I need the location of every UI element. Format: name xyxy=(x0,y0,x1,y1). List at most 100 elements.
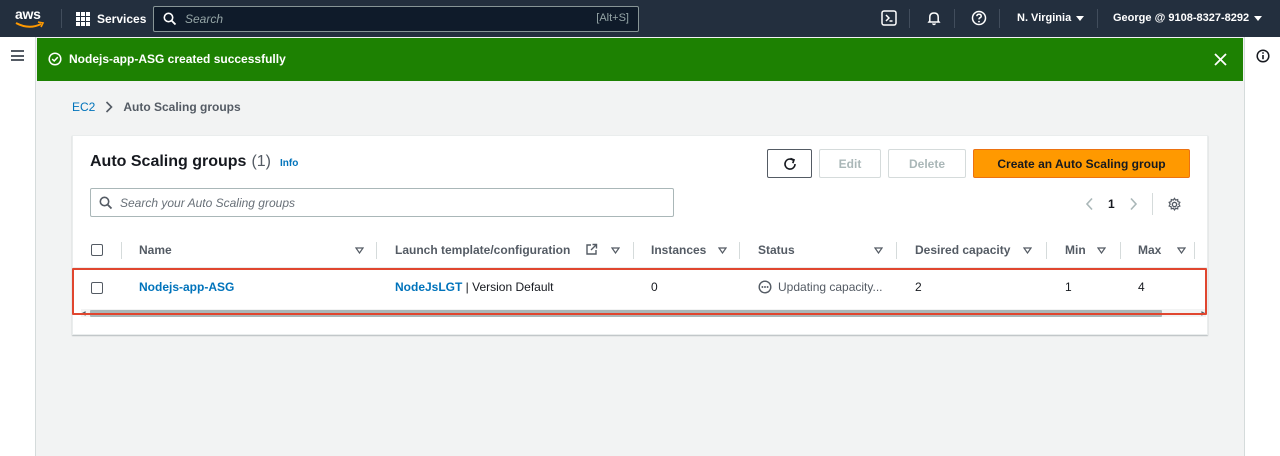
caret-down-icon xyxy=(1254,15,1263,21)
sort-icon xyxy=(1023,247,1032,254)
success-check-icon xyxy=(48,52,62,66)
launch-template-version: | Version Default xyxy=(462,280,554,294)
external-link-icon xyxy=(586,243,598,255)
refresh-icon xyxy=(783,157,796,170)
chevron-right-icon[interactable] xyxy=(1129,197,1138,211)
account-menu[interactable]: George @ 9108-8327-8292 xyxy=(1113,12,1263,24)
cell-status: Updating capacity... xyxy=(758,280,896,294)
search-shortcut: [Alt+S] xyxy=(596,12,629,24)
asg-search-placeholder: Search your Auto Scaling groups xyxy=(120,196,295,210)
close-icon[interactable] xyxy=(1214,53,1227,66)
column-header-instances[interactable]: Instances xyxy=(651,232,741,268)
scroll-right-icon[interactable]: ▶ xyxy=(1201,310,1206,317)
info-panel-icon[interactable] xyxy=(1256,49,1270,63)
chevron-left-icon[interactable] xyxy=(1085,197,1094,211)
status-text: Updating capacity... xyxy=(778,280,883,294)
chevron-right-icon xyxy=(106,101,113,113)
select-all-checkbox[interactable] xyxy=(91,244,103,256)
left-nav-rail xyxy=(0,37,36,456)
column-header-status[interactable]: Status xyxy=(758,232,888,268)
sort-icon xyxy=(718,247,727,254)
grid-icon xyxy=(76,11,90,26)
caret-down-icon xyxy=(1076,15,1085,21)
search-icon xyxy=(163,12,177,26)
nav-divider xyxy=(909,9,910,28)
cell-instances: 0 xyxy=(651,280,658,294)
help-icon[interactable] xyxy=(971,10,987,26)
cell-min: 1 xyxy=(1065,280,1072,294)
pending-status-icon xyxy=(758,280,772,294)
column-header-launch-template[interactable]: Launch template/configuration xyxy=(395,232,625,268)
right-tools-rail xyxy=(1244,37,1280,456)
services-menu-button[interactable]: Services xyxy=(76,0,146,37)
pagination: 1 xyxy=(1085,193,1182,215)
breadcrumb-ec2-link[interactable]: EC2 xyxy=(72,100,95,114)
account-label: George @ 9108-8327-8292 xyxy=(1113,12,1250,24)
table-header: Name Launch template/configuration Insta… xyxy=(73,232,1207,268)
sort-icon xyxy=(611,247,620,254)
column-divider xyxy=(376,242,377,259)
hamburger-menu-icon[interactable] xyxy=(11,50,24,61)
gear-icon[interactable] xyxy=(1167,196,1182,212)
global-search-input[interactable]: Search [Alt+S] xyxy=(153,6,639,32)
cloudshell-icon[interactable] xyxy=(881,10,897,26)
sort-icon xyxy=(874,247,883,254)
asg-name-link[interactable]: Nodejs-app-ASG xyxy=(139,280,234,294)
cell-max: 4 xyxy=(1138,280,1145,294)
aws-logo[interactable]: aws xyxy=(15,7,47,31)
cell-launch-template: NodeJsLGT | Version Default xyxy=(395,280,554,294)
table-row[interactable]: Nodejs-app-ASG NodeJsLGT | Version Defau… xyxy=(73,269,1207,307)
nav-divider xyxy=(999,9,1000,28)
sort-icon xyxy=(1097,247,1106,254)
sort-icon xyxy=(355,247,364,254)
column-header-min[interactable]: Min xyxy=(1065,232,1115,268)
column-divider xyxy=(1120,242,1121,259)
nav-divider xyxy=(954,9,955,28)
column-label: Desired capacity xyxy=(915,243,1011,257)
scrollbar-thumb[interactable] xyxy=(90,310,1162,317)
cell-desired-capacity: 2 xyxy=(915,280,922,294)
horizontal-scrollbar[interactable]: ◀ ▶ xyxy=(81,309,1206,317)
column-label: Min xyxy=(1065,243,1086,257)
aws-smile-icon xyxy=(15,21,45,28)
column-label: Max xyxy=(1138,243,1162,257)
region-selector[interactable]: N. Virginia xyxy=(1017,12,1085,24)
delete-button[interactable]: Delete xyxy=(888,149,966,178)
column-header-name[interactable]: Name xyxy=(139,232,369,268)
row-checkbox[interactable] xyxy=(91,282,103,294)
panel-title: Auto Scaling groups (1) Info xyxy=(90,153,298,171)
edit-button[interactable]: Edit xyxy=(819,149,881,178)
search-icon xyxy=(99,196,113,210)
breadcrumb: EC2 Auto Scaling groups xyxy=(72,100,241,114)
column-label: Status xyxy=(758,243,795,257)
nav-divider xyxy=(1097,9,1098,28)
create-asg-button[interactable]: Create an Auto Scaling group xyxy=(973,149,1190,178)
column-header-desired-capacity[interactable]: Desired capacity xyxy=(915,232,1040,268)
column-divider xyxy=(1194,242,1195,259)
column-divider xyxy=(1046,242,1047,259)
asg-search-input[interactable]: Search your Auto Scaling groups xyxy=(90,188,674,217)
scroll-left-icon[interactable]: ◀ xyxy=(81,310,86,317)
refresh-button[interactable] xyxy=(767,149,812,178)
page-number[interactable]: 1 xyxy=(1108,197,1115,211)
cell-name: Nodejs-app-ASG xyxy=(139,280,234,294)
column-divider xyxy=(633,242,634,259)
column-label: Name xyxy=(139,243,172,257)
column-divider xyxy=(121,242,122,259)
launch-template-link[interactable]: NodeJsLGT xyxy=(395,280,462,294)
column-label: Instances xyxy=(651,243,707,257)
top-navigation: aws Services Search [Alt+S] N. Virginia … xyxy=(0,0,1280,37)
sort-icon xyxy=(1177,247,1186,254)
asg-table-container: Auto Scaling groups (1) Info Edit Delete… xyxy=(72,135,1208,335)
bell-icon[interactable] xyxy=(926,10,942,26)
panel-title-text: Auto Scaling groups xyxy=(90,153,247,170)
column-divider xyxy=(896,242,897,259)
flash-message: Nodejs-app-ASG created successfully xyxy=(69,52,286,66)
search-placeholder: Search xyxy=(185,12,224,26)
info-link[interactable]: Info xyxy=(280,158,298,169)
panel-count: (1) xyxy=(251,153,272,170)
column-header-max[interactable]: Max xyxy=(1138,232,1188,268)
column-label: Launch template/configuration xyxy=(395,243,571,257)
services-label: Services xyxy=(97,11,147,26)
success-flashbar: Nodejs-app-ASG created successfully xyxy=(37,38,1243,81)
